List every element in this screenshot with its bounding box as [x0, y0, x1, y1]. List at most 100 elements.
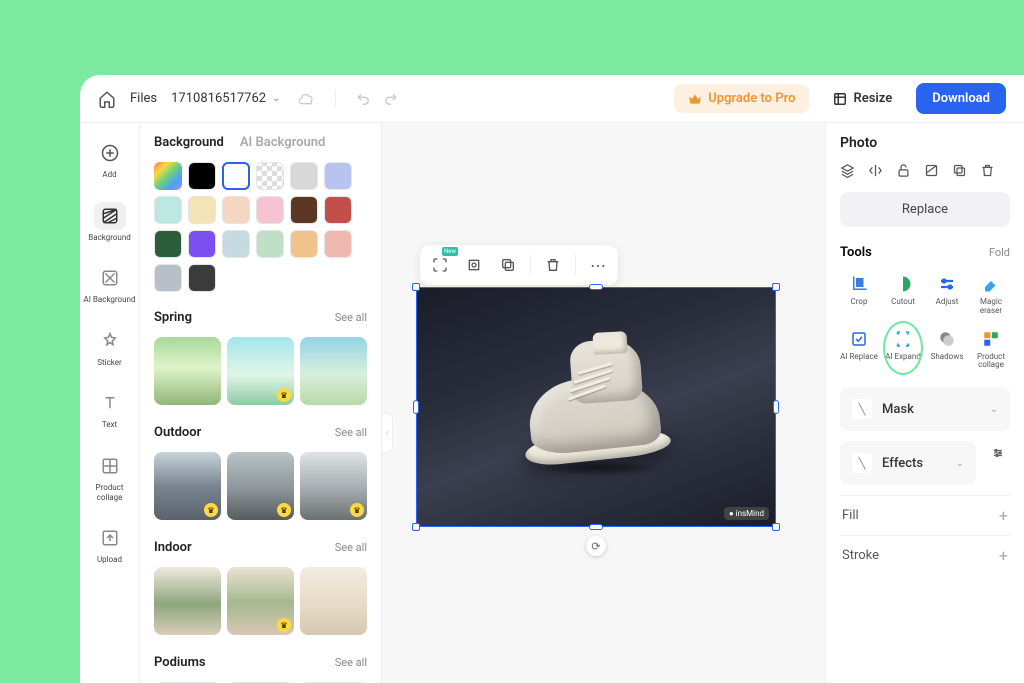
- delete-quick[interactable]: [537, 249, 569, 281]
- resize-button[interactable]: Resize: [823, 84, 902, 113]
- resize-handle[interactable]: [413, 400, 419, 414]
- flip-icon[interactable]: [868, 163, 883, 178]
- color-swatch[interactable]: [188, 230, 216, 258]
- plus-icon[interactable]: +: [999, 506, 1008, 525]
- tool-magic-eraser[interactable]: Magic eraser: [972, 270, 1010, 319]
- resize-icon: [833, 92, 847, 106]
- effects-sliders-icon[interactable]: [986, 441, 1010, 465]
- mask-icon: ╲: [852, 399, 872, 419]
- color-swatch[interactable]: [324, 162, 352, 190]
- bg-thumb[interactable]: [154, 337, 221, 405]
- color-swatch[interactable]: [290, 196, 318, 224]
- seeall-spring[interactable]: See all: [335, 311, 367, 324]
- tab-ai-background[interactable]: AI Background: [240, 135, 325, 150]
- nav-sticker[interactable]: Sticker: [83, 323, 137, 372]
- crop-quick[interactable]: [458, 249, 490, 281]
- color-swatch[interactable]: [256, 196, 284, 224]
- lock-icon[interactable]: [896, 163, 911, 178]
- nav-ai-background[interactable]: AI Background: [83, 260, 137, 309]
- tool-ai-expand[interactable]: AI Expand: [884, 325, 922, 374]
- undo-icon[interactable]: [356, 92, 370, 106]
- download-button[interactable]: Download: [916, 83, 1006, 114]
- color-swatch[interactable]: [154, 162, 182, 190]
- color-swatch[interactable]: [222, 162, 250, 190]
- more-quick[interactable]: ⋯: [582, 249, 614, 281]
- bg-thumb[interactable]: [300, 337, 367, 405]
- color-swatch[interactable]: [324, 196, 352, 224]
- files-label[interactable]: Files: [130, 91, 157, 106]
- canvas-area[interactable]: ‹ New ⋯: [382, 123, 825, 683]
- tool-adjust[interactable]: Adjust: [928, 270, 966, 319]
- resize-handle[interactable]: [772, 283, 780, 291]
- stroke-row[interactable]: Stroke +: [840, 535, 1010, 575]
- plus-icon[interactable]: +: [999, 546, 1008, 565]
- trash-icon[interactable]: [980, 163, 995, 178]
- color-swatch[interactable]: [222, 230, 250, 258]
- resize-handle[interactable]: [772, 523, 780, 531]
- crown-icon: ♛: [277, 503, 291, 517]
- color-swatch[interactable]: [324, 230, 352, 258]
- tool-shadows[interactable]: Shadows: [928, 325, 966, 374]
- ai-expand-quick[interactable]: New: [424, 249, 456, 281]
- resize-handle[interactable]: [589, 524, 603, 530]
- color-swatch[interactable]: [290, 162, 318, 190]
- nav-text[interactable]: Text: [83, 385, 137, 434]
- crown-icon: ♛: [277, 388, 291, 402]
- layers-icon[interactable]: [840, 163, 855, 178]
- panel-collapse[interactable]: ‹: [381, 413, 393, 453]
- nav-add[interactable]: Add: [83, 135, 137, 184]
- bg-thumb[interactable]: ♛: [227, 452, 294, 520]
- nav-product-collage[interactable]: Product collage: [83, 448, 137, 506]
- floating-toolbar: New ⋯: [420, 245, 618, 285]
- color-swatch[interactable]: [188, 264, 216, 292]
- crown-icon: [688, 93, 702, 105]
- seeall-podiums[interactable]: See all: [335, 656, 367, 669]
- resize-handle[interactable]: [589, 284, 603, 290]
- tool-cutout[interactable]: Cutout: [884, 270, 922, 319]
- color-swatch[interactable]: [256, 230, 284, 258]
- resize-handle[interactable]: [412, 523, 420, 531]
- bg-thumb[interactable]: ♛: [227, 337, 294, 405]
- nav-background[interactable]: Background: [83, 198, 137, 247]
- redo-icon[interactable]: [384, 92, 398, 106]
- opacity-icon[interactable]: [924, 163, 939, 178]
- mask-accordion[interactable]: ╲ Mask ⌄: [840, 387, 1010, 431]
- bg-thumb[interactable]: [154, 567, 221, 635]
- right-panel: Photo Replace Tools Fold Crop Cutout Adj…: [825, 123, 1024, 683]
- upgrade-button[interactable]: Upgrade to Pro: [674, 84, 809, 113]
- tool-crop[interactable]: Crop: [840, 270, 878, 319]
- resize-handle[interactable]: [412, 283, 420, 291]
- home-icon[interactable]: [98, 90, 116, 108]
- bg-thumb[interactable]: ♛: [227, 567, 294, 635]
- color-swatch[interactable]: [188, 196, 216, 224]
- duplicate-quick[interactable]: [492, 249, 524, 281]
- bg-thumb[interactable]: ♛: [154, 452, 221, 520]
- color-swatch[interactable]: [290, 230, 318, 258]
- fold-link[interactable]: Fold: [989, 246, 1010, 259]
- color-swatch[interactable]: [188, 162, 216, 190]
- tool-product-collage[interactable]: Product collage: [972, 325, 1010, 374]
- tool-ai-replace[interactable]: AI Replace: [840, 325, 878, 374]
- seeall-indoor[interactable]: See all: [335, 541, 367, 554]
- bg-thumb[interactable]: [300, 567, 367, 635]
- color-swatch[interactable]: [154, 196, 182, 224]
- nav-upload[interactable]: Upload: [83, 520, 137, 569]
- replace-button[interactable]: Replace: [840, 192, 1010, 227]
- effects-accordion[interactable]: ╲ Effects ⌄: [840, 441, 976, 485]
- fill-row[interactable]: Fill +: [840, 495, 1010, 535]
- bg-thumb[interactable]: ♛: [300, 452, 367, 520]
- sticker-icon: [94, 327, 126, 355]
- selected-image[interactable]: ● insMind ⟳: [416, 287, 776, 527]
- cloud-sync-icon[interactable]: [299, 93, 315, 105]
- color-swatch[interactable]: [256, 162, 284, 190]
- filename-dropdown[interactable]: 1710816517762 ⌄: [171, 91, 280, 106]
- color-swatch[interactable]: [154, 230, 182, 258]
- seeall-outdoor[interactable]: See all: [335, 426, 367, 439]
- tab-background[interactable]: Background: [154, 135, 224, 150]
- resize-handle[interactable]: [773, 400, 779, 414]
- copy-icon[interactable]: [952, 163, 967, 178]
- color-swatch[interactable]: [154, 264, 182, 292]
- color-swatch[interactable]: [222, 196, 250, 224]
- rotate-handle[interactable]: ⟳: [586, 536, 606, 556]
- background-icon: [94, 202, 126, 230]
